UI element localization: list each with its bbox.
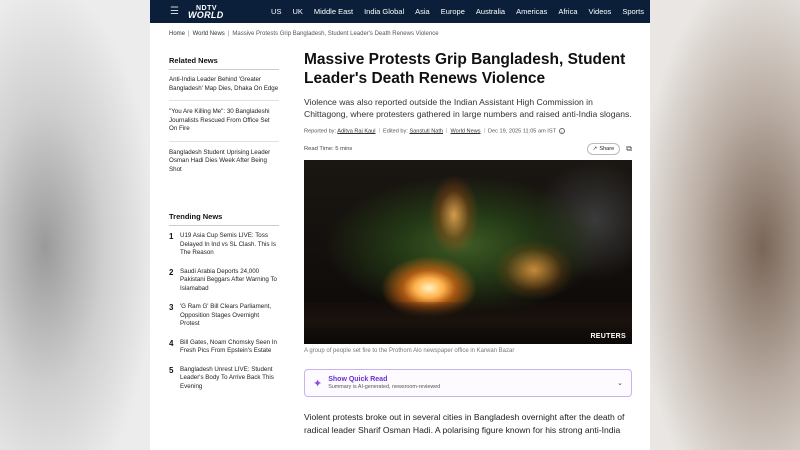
breadcrumb: Home | World News | Massive Protests Grip Ba… [169, 31, 439, 37]
trending-headline[interactable]: Bangladesh Unrest LIVE: Student Leader's… [180, 366, 279, 392]
quick-read-toggle[interactable]: ✦ Show Quick Read Summary is AI-generate… [304, 369, 632, 398]
breadcrumb-separator: | [188, 31, 190, 37]
nav-link-asia[interactable]: Asia [415, 7, 430, 16]
share-icon: ↗ [592, 146, 598, 153]
article-body: Violent protests broke out in several ci… [304, 412, 625, 436]
breadcrumb-separator: | [227, 31, 230, 37]
trending-news-item[interactable]: 4 Bill Gates, Noam Chomsky Seen In Fresh… [169, 339, 279, 356]
photo-credit: REUTERS [590, 333, 626, 341]
read-time: Read Time: 5 mins [304, 146, 353, 153]
quick-read-subtitle: Summary is AI-generated, newsroom-review… [328, 384, 441, 391]
nav-link-india-global[interactable]: India Global [364, 7, 404, 16]
nav-link-americas[interactable]: Americas [516, 7, 547, 16]
trending-rank: 4 [169, 338, 174, 348]
top-navigation-bar: ☰ NDTV WORLD US UK Middle East India Glo… [150, 0, 650, 23]
article-subheadline: Violence was also reported outside the I… [304, 97, 632, 119]
publish-date: Dec 19, 2025 11:05 am IST [488, 128, 556, 135]
byline-separator: | [378, 128, 380, 135]
article-page: ☰ NDTV WORLD US UK Middle East India Glo… [150, 0, 650, 450]
trending-news-section: Trending News 1 U19 Asia Cup Semis LIVE:… [169, 212, 279, 401]
share-label: Share [599, 146, 615, 153]
trending-news-item[interactable]: 2 Saudi Arabia Deports 24,000 Pakistani … [169, 268, 279, 294]
byline-separator: | [483, 128, 485, 135]
chevron-down-icon[interactable]: ⌄ [617, 379, 623, 387]
related-news-title: Related News [169, 56, 279, 70]
reporter-link[interactable]: Aditya Raj Kaul [337, 128, 375, 134]
related-news-item[interactable]: Anti-India Leader Behind 'Greater Bangla… [169, 76, 279, 101]
breadcrumb-current: Massive Protests Grip Bangladesh, Studen… [232, 31, 439, 37]
trending-rank: 5 [169, 365, 174, 375]
trending-rank: 2 [169, 267, 174, 277]
nav-links: US UK Middle East India Global Asia Euro… [260, 7, 644, 16]
trending-news-item[interactable]: 5 Bangladesh Unrest LIVE: Student Leader… [169, 366, 279, 392]
crowd-silhouette [304, 302, 632, 345]
byline-separator: | [446, 128, 448, 135]
trending-headline[interactable]: 'G Ram G' Bill Clears Parliament, Opposi… [180, 303, 279, 329]
trending-rank: 1 [169, 232, 174, 241]
nav-link-australia[interactable]: Australia [476, 7, 505, 16]
info-icon[interactable]: i [559, 128, 565, 134]
background-blur-left [0, 0, 150, 450]
reported-by-label: Reported by: [304, 128, 337, 135]
breadcrumb-section[interactable]: World News [193, 31, 225, 37]
logo-bottom-text: WORLD [188, 9, 224, 20]
breadcrumb-home[interactable]: Home [169, 31, 185, 37]
share-button[interactable]: ↗ Share [586, 143, 621, 156]
copy-link-icon[interactable]: ⧉ [626, 144, 632, 154]
related-news-section: Related News Anti-India Leader Behind 'G… [169, 56, 279, 188]
trending-headline[interactable]: Saudi Arabia Deports 24,000 Pakistani Be… [180, 268, 279, 294]
photo-caption: A group of people set fire to the Protho… [304, 348, 515, 355]
background-blur-right [650, 0, 800, 450]
article-byline: Reported by: Aditya Raj Kaul | Edited by: … [304, 128, 632, 134]
quick-read-text: Show Quick Read Summary is AI-generated,… [328, 376, 440, 390]
nav-link-middle-east[interactable]: Middle East [314, 7, 353, 16]
ndtv-world-logo[interactable]: NDTV WORLD [188, 5, 244, 20]
related-news-item[interactable]: Bangladesh Student Uprising Leader Osman… [169, 149, 279, 182]
article-main: Massive Protests Grip Bangladesh, Studen… [304, 50, 632, 437]
nav-link-videos[interactable]: Videos [589, 7, 612, 16]
trending-news-title: Trending News [169, 212, 279, 226]
trending-news-item[interactable]: 1 U19 Asia Cup Semis LIVE: Toss Delayed … [169, 232, 279, 258]
article-photo[interactable]: REUTERS [304, 160, 632, 345]
edited-by-label: Edited by: [382, 128, 408, 135]
sparkle-icon: ✦ [313, 377, 323, 390]
article-headline: Massive Protests Grip Bangladesh, Studen… [304, 51, 626, 87]
section-link[interactable]: World News [450, 128, 480, 134]
nav-link-europe[interactable]: Europe [441, 7, 465, 16]
trending-rank: 3 [169, 303, 174, 312]
editor-link[interactable]: Sanstuti Nath [409, 128, 443, 134]
read-time-row: Read Time: 5 mins ↗ Share ⧉ [304, 142, 632, 156]
nav-link-us[interactable]: US [271, 7, 281, 16]
quick-read-title: Show Quick Read [328, 376, 388, 384]
trending-headline[interactable]: Bill Gates, Noam Chomsky Seen In Fresh P… [180, 339, 279, 356]
trending-headline[interactable]: U19 Asia Cup Semis LIVE: Toss Delayed In… [180, 232, 279, 258]
nav-link-uk[interactable]: UK [292, 7, 302, 16]
menu-icon[interactable]: ☰ [170, 6, 184, 17]
nav-link-sports[interactable]: Sports [622, 7, 644, 16]
nav-link-africa[interactable]: Africa [558, 7, 577, 16]
related-news-item[interactable]: "You Are Killing Me": 30 Bangladeshi Jou… [169, 108, 279, 142]
trending-news-item[interactable]: 3 'G Ram G' Bill Clears Parliament, Oppo… [169, 303, 279, 329]
